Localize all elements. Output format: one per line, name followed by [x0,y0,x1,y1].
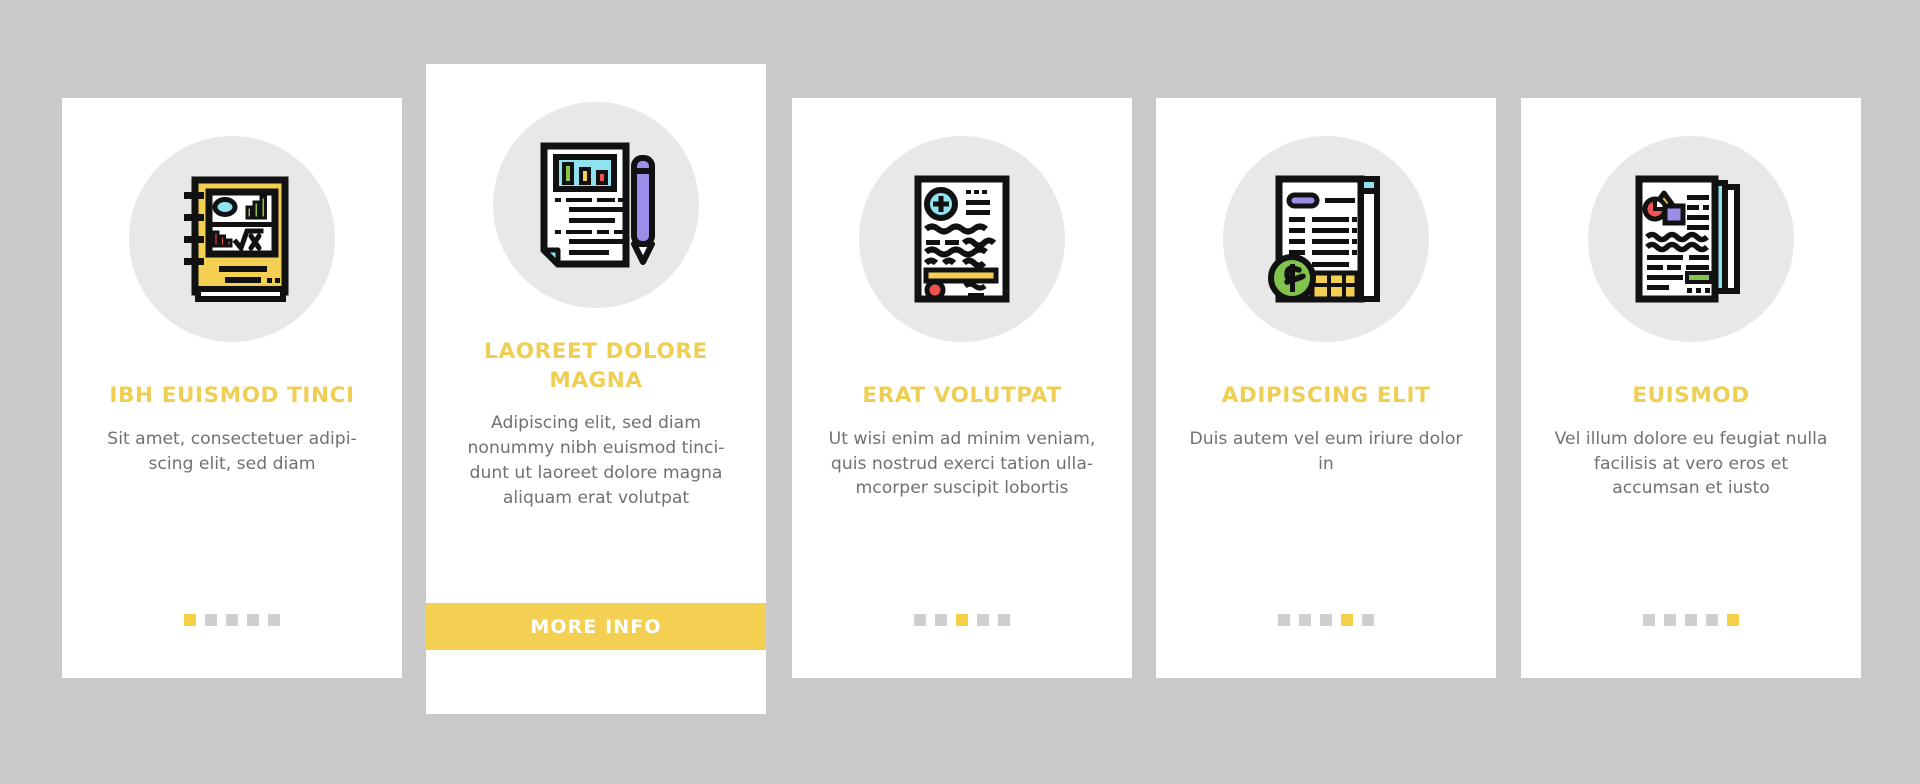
pagination-dot[interactable] [226,614,238,626]
pagination-dot[interactable] [205,614,217,626]
pagination-dot[interactable] [1299,614,1311,626]
card-description: Sit amet, consectetuer adipi-scing elit,… [107,428,357,474]
onboarding-card-5[interactable]: EUISMOD Vel illum dolore eu feugiat null… [1521,98,1861,678]
pagination-dot[interactable] [268,614,280,626]
pagination-dots[interactable] [62,614,402,626]
onboarding-screens-container: IBH EUISMOD TINCI Sit amet, consectetuer… [0,0,1920,784]
medical-prescription-icon [914,175,1010,303]
card-title: EUISMOD [1632,383,1750,408]
onboarding-card-3[interactable]: ERAT VOLUTPAT Ut wisi enim ad minim veni… [792,98,1132,678]
pagination-dot[interactable] [1685,614,1697,626]
card-title: ADIPISCING ELIT [1221,383,1431,408]
document-shapes-stack-icon [1635,175,1740,303]
pagination-dot[interactable] [914,614,926,626]
pagination-dot[interactable] [1643,614,1655,626]
card-title: LAOREET DOLORE MAGNA [484,339,708,393]
more-info-button[interactable]: MORE INFO [426,603,766,650]
card-description: Duis autem vel eum iriure dolor in [1189,428,1463,474]
onboarding-card-2[interactable]: LAOREET DOLORE MAGNA Adipiscing elit, se… [426,64,766,714]
card-description: Ut wisi enim ad minim veniam, quis nostr… [828,428,1096,499]
card-title: IBH EUISMOD TINCI [109,383,355,408]
notebook-report-icon [184,176,289,302]
icon-container-1 [129,136,335,342]
icon-container-4 [1223,136,1429,342]
pagination-dots[interactable] [1156,614,1496,626]
document-chart-pen-icon [540,142,655,268]
card-title: ERAT VOLUTPAT [862,383,1062,408]
pagination-dot[interactable] [1320,614,1332,626]
card-description: Vel illum dolore eu feugiat nulla facili… [1554,428,1828,499]
pagination-dot[interactable] [1664,614,1676,626]
invoice-dollar-icon [1268,175,1380,303]
onboarding-card-4[interactable]: ADIPISCING ELIT Duis autem vel eum iriur… [1156,98,1496,678]
icon-container-5 [1588,136,1794,342]
pagination-dot[interactable] [184,614,196,626]
card-description: Adipiscing elit, sed diam nonummy nibh e… [467,413,725,508]
onboarding-card-1[interactable]: IBH EUISMOD TINCI Sit amet, consectetuer… [62,98,402,678]
pagination-dot[interactable] [1362,614,1374,626]
icon-container-2 [493,102,699,308]
pagination-dots[interactable] [792,614,1132,626]
pagination-dot[interactable] [1706,614,1718,626]
pagination-dot[interactable] [956,614,968,626]
pagination-dot[interactable] [1278,614,1290,626]
pagination-dot[interactable] [1341,614,1353,626]
pagination-dot[interactable] [977,614,989,626]
pagination-dot[interactable] [935,614,947,626]
icon-container-3 [859,136,1065,342]
pagination-dot[interactable] [1727,614,1739,626]
pagination-dots[interactable] [1521,614,1861,626]
pagination-dot[interactable] [998,614,1010,626]
pagination-dot[interactable] [247,614,259,626]
